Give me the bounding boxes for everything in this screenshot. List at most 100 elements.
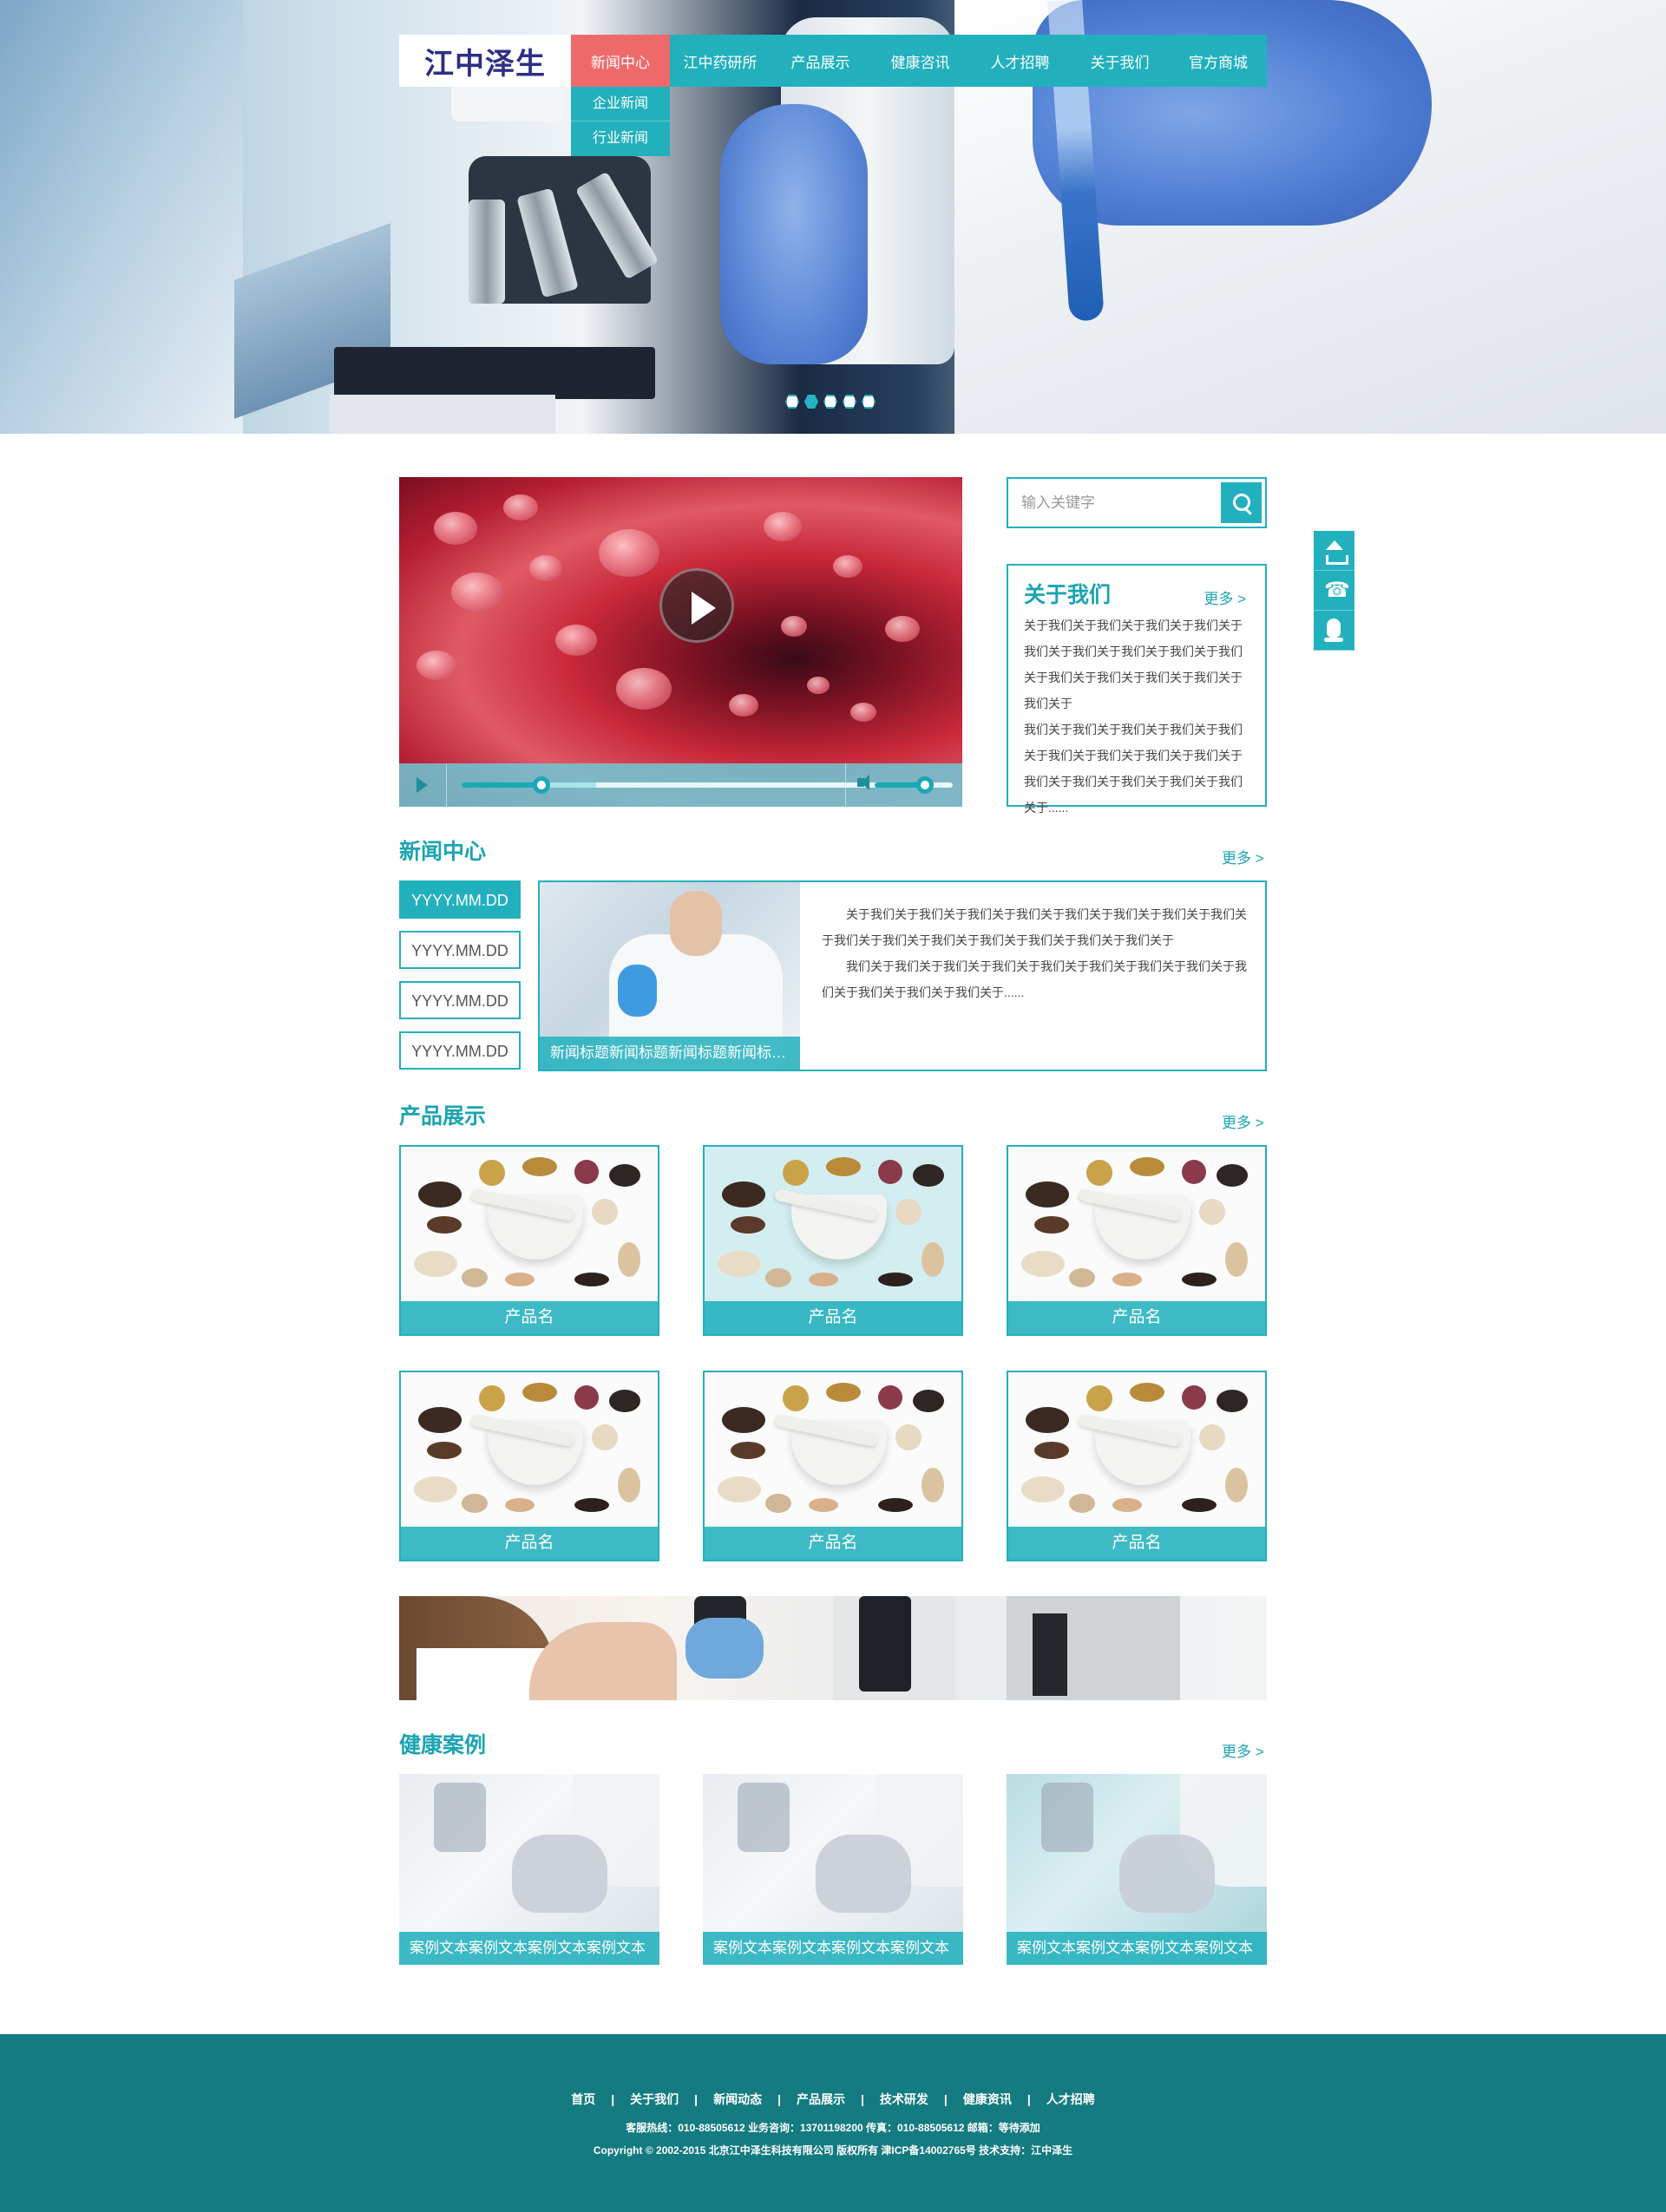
product-name[interactable]: 产品名 — [401, 1527, 658, 1560]
case-caption[interactable]: 案例文本案例文本案例文本案例文本 — [399, 1932, 659, 1965]
slider-dot[interactable] — [785, 395, 799, 409]
nav-item-about[interactable]: 关于我们 — [1070, 35, 1170, 87]
product-card[interactable]: 产品名 — [1007, 1145, 1267, 1336]
case-image-bottle — [1041, 1783, 1093, 1852]
product-name[interactable]: 产品名 — [1008, 1301, 1265, 1334]
nav-item-careers[interactable]: 人才招聘 — [970, 35, 1070, 87]
nav-item-institute[interactable]: 江中药研所 — [670, 35, 771, 87]
blood-cell — [451, 573, 503, 612]
product-name[interactable]: 产品名 — [705, 1527, 961, 1560]
product-image-herb — [479, 1385, 505, 1411]
product-card[interactable]: 产品名 — [399, 1371, 659, 1561]
product-image-herb — [783, 1385, 809, 1411]
slider-dot[interactable] — [823, 395, 837, 409]
hero-scope-base — [330, 395, 555, 434]
footer-link[interactable]: 关于我们 — [630, 2091, 679, 2108]
product-image-herb — [1199, 1424, 1225, 1450]
product-image-herb — [609, 1164, 640, 1187]
footer-separator: | — [1026, 2092, 1031, 2106]
about-more-link[interactable]: 更多 > — [1204, 586, 1246, 608]
product-image-herb — [718, 1251, 761, 1277]
search-input[interactable] — [1008, 479, 1221, 527]
hero-glove-left — [720, 104, 868, 364]
cases-more-link[interactable]: 更多 > — [1222, 1739, 1264, 1761]
case-card[interactable]: 案例文本案例文本案例文本案例文本 — [399, 1774, 659, 1965]
footer: 首页 | 关于我们 | 新闻动态 | 产品展示 | 技术研发 | 健康资讯 | 人才招聘 客服热线：01… — [0, 2034, 1666, 2212]
blood-cell — [807, 677, 830, 694]
footer-link[interactable]: 产品展示 — [797, 2091, 845, 2108]
product-image-herb — [418, 1181, 462, 1207]
product-image-herb — [414, 1476, 457, 1502]
video-play-icon[interactable] — [659, 568, 734, 643]
news-detail: 新闻标题新闻标题新闻标题新闻标题新闻标题 关于我们关于我们关于我们关于我们关于我… — [538, 880, 1267, 1071]
product-image-herb — [505, 1498, 535, 1512]
news-date-tab[interactable]: YYYY.MM.DD — [399, 981, 521, 1019]
product-card[interactable]: 产品名 — [703, 1371, 963, 1561]
product-image-herb — [1112, 1273, 1142, 1286]
volume-knob[interactable] — [915, 776, 934, 794]
slider-dot[interactable] — [843, 395, 856, 409]
upload-icon[interactable] — [1314, 531, 1354, 571]
footer-link[interactable]: 首页 — [571, 2091, 595, 2108]
qq-icon[interactable] — [1314, 611, 1354, 651]
search-icon[interactable] — [1221, 482, 1262, 523]
product-image-herb — [809, 1498, 838, 1512]
footer-link[interactable]: 人才招聘 — [1046, 2091, 1095, 2108]
volume-slider[interactable] — [875, 776, 953, 794]
banner-microscope-body — [1033, 1613, 1067, 1696]
case-card[interactable]: 案例文本案例文本案例文本案例文本 — [1007, 1774, 1267, 1965]
product-image-herb — [574, 1160, 599, 1184]
nav-item-products[interactable]: 产品展示 — [771, 35, 870, 87]
footer-link[interactable]: 健康资讯 — [963, 2091, 1012, 2108]
slider-dot[interactable] — [804, 395, 818, 409]
product-image-herb — [895, 1424, 922, 1450]
submenu-item-company-news[interactable]: 企业新闻 — [571, 87, 670, 121]
case-caption[interactable]: 案例文本案例文本案例文本案例文本 — [703, 1932, 963, 1965]
product-card[interactable]: 产品名 — [399, 1145, 659, 1336]
submenu-item-industry-news[interactable]: 行业新闻 — [571, 121, 670, 156]
news-date-tab[interactable]: YYYY.MM.DD — [399, 880, 521, 919]
news-section-title: 新闻中心 — [399, 840, 487, 864]
product-name[interactable]: 产品名 — [1008, 1527, 1265, 1560]
product-name[interactable]: 产品名 — [401, 1301, 658, 1334]
footer-separator: | — [611, 2092, 615, 2106]
news-image[interactable]: 新闻标题新闻标题新闻标题新闻标题新闻标题 — [540, 882, 800, 1070]
case-caption[interactable]: 案例文本案例文本案例文本案例文本 — [1007, 1932, 1267, 1965]
phone-icon[interactable] — [1314, 571, 1354, 611]
product-image-herb — [1112, 1498, 1142, 1512]
progress-knob[interactable] — [533, 776, 551, 794]
news-date-tab[interactable]: YYYY.MM.DD — [399, 931, 521, 969]
news-image-caption[interactable]: 新闻标题新闻标题新闻标题新闻标题新闻标题 — [540, 1037, 800, 1070]
nav-item-shop[interactable]: 官方商城 — [1170, 35, 1267, 87]
products-more-link[interactable]: 更多 > — [1222, 1110, 1264, 1132]
product-card[interactable]: 产品名 — [1007, 1371, 1267, 1561]
news-more-link[interactable]: 更多 > — [1222, 846, 1264, 867]
product-name[interactable]: 产品名 — [705, 1301, 961, 1334]
news-date-tab[interactable]: YYYY.MM.DD — [399, 1031, 521, 1070]
slider-dot[interactable] — [862, 395, 876, 409]
play-icon[interactable] — [416, 777, 428, 793]
logo[interactable]: 江中泽生 — [399, 35, 571, 87]
controls-divider — [845, 763, 846, 807]
search-box — [1007, 477, 1267, 528]
nav-item-health-info[interactable]: 健康咨讯 — [870, 35, 970, 87]
product-image-herb — [922, 1242, 944, 1277]
product-image-herb — [1034, 1442, 1069, 1459]
footer-link[interactable]: 技术研发 — [880, 2091, 928, 2108]
footer-separator: | — [777, 2092, 781, 2106]
footer-link[interactable]: 新闻动态 — [713, 2091, 762, 2108]
volume-icon[interactable] — [857, 775, 869, 790]
product-image-herb — [765, 1494, 791, 1513]
footer-separator: | — [694, 2092, 699, 2106]
product-image-herb — [722, 1181, 765, 1207]
video-player[interactable] — [399, 477, 962, 807]
nav-item-news[interactable]: 新闻中心 — [571, 35, 670, 94]
product-card[interactable]: 产品名 — [703, 1145, 963, 1336]
footer-links: 首页 | 关于我们 | 新闻动态 | 产品展示 | 技术研发 | 健康资讯 | 人才招聘 — [0, 2091, 1666, 2108]
progress-bar[interactable] — [462, 776, 882, 794]
product-image-herb — [574, 1273, 609, 1286]
news-image-glove — [618, 965, 657, 1017]
case-card[interactable]: 案例文本案例文本案例文本案例文本 — [703, 1774, 963, 1965]
blood-cell — [616, 668, 672, 710]
case-image-hand — [816, 1835, 911, 1913]
